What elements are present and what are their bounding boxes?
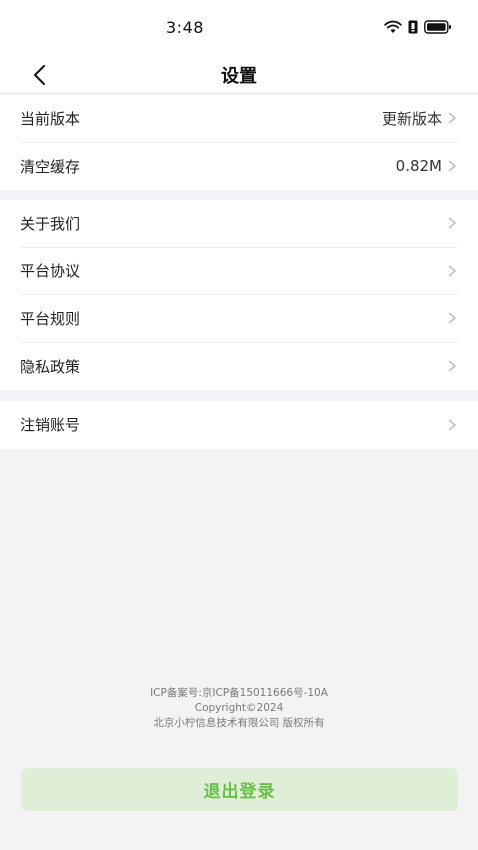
company-name: 北京小柠信息技术有限公司 版权所有 <box>153 717 325 729</box>
settings-item-label: 关于我们 <box>20 214 81 233</box>
wifi-icon <box>384 20 402 33</box>
sim-icon <box>408 20 418 34</box>
settings-item-delete-account[interactable]: 注销账号 <box>20 401 458 449</box>
settings-item-value: 0.82M <box>395 157 442 176</box>
settings-item-version[interactable]: 当前版本 更新版本 <box>20 95 458 143</box>
page-title: 设置 <box>221 66 257 87</box>
footer: ICP备案号:京ICP备15011666号-10A Copyright©2024… <box>0 686 478 731</box>
chevron-right-icon <box>448 160 457 172</box>
chevron-right-icon <box>448 360 457 372</box>
settings-group-app: 当前版本 更新版本 清空缓存 0.82M <box>0 95 478 190</box>
settings-item-platform-agreement[interactable]: 平台协议 <box>20 248 458 295</box>
settings-item-label: 清空缓存 <box>20 157 81 176</box>
status-time: 3:48 <box>166 18 204 37</box>
battery-icon <box>424 20 451 34</box>
logout-button[interactable]: 退出登录 <box>21 768 458 811</box>
copyright: Copyright©2024 <box>194 702 284 714</box>
icp-record: ICP备案号:京ICP备15011666号-10A <box>150 687 328 699</box>
settings-item-label: 隐私政策 <box>20 357 81 376</box>
status-bar: 3:48 <box>0 0 478 56</box>
settings-item-privacy-policy[interactable]: 隐私政策 <box>20 343 458 391</box>
chevron-right-icon <box>448 265 457 277</box>
settings-item-label: 注销账号 <box>20 416 81 435</box>
settings-item-label: 当前版本 <box>20 109 81 128</box>
settings-item-clear-cache[interactable]: 清空缓存 0.82M <box>20 143 458 191</box>
chevron-right-icon <box>448 112 457 124</box>
settings-item-value: 更新版本 <box>381 109 442 128</box>
chevron-right-icon <box>448 217 457 229</box>
settings-group-account: 注销账号 <box>0 401 478 449</box>
settings-item-platform-rules[interactable]: 平台规则 <box>20 295 458 343</box>
settings-item-about-us[interactable]: 关于我们 <box>20 200 458 248</box>
status-icons <box>384 20 452 34</box>
chevron-right-icon <box>448 312 457 324</box>
settings-item-label: 平台规则 <box>20 309 81 328</box>
nav-bar: 设置 <box>0 56 478 94</box>
settings-item-label: 平台协议 <box>20 262 81 281</box>
settings-group-info: 关于我们 平台协议 平台规则 隐私政策 <box>0 200 478 390</box>
chevron-right-icon <box>448 419 457 431</box>
